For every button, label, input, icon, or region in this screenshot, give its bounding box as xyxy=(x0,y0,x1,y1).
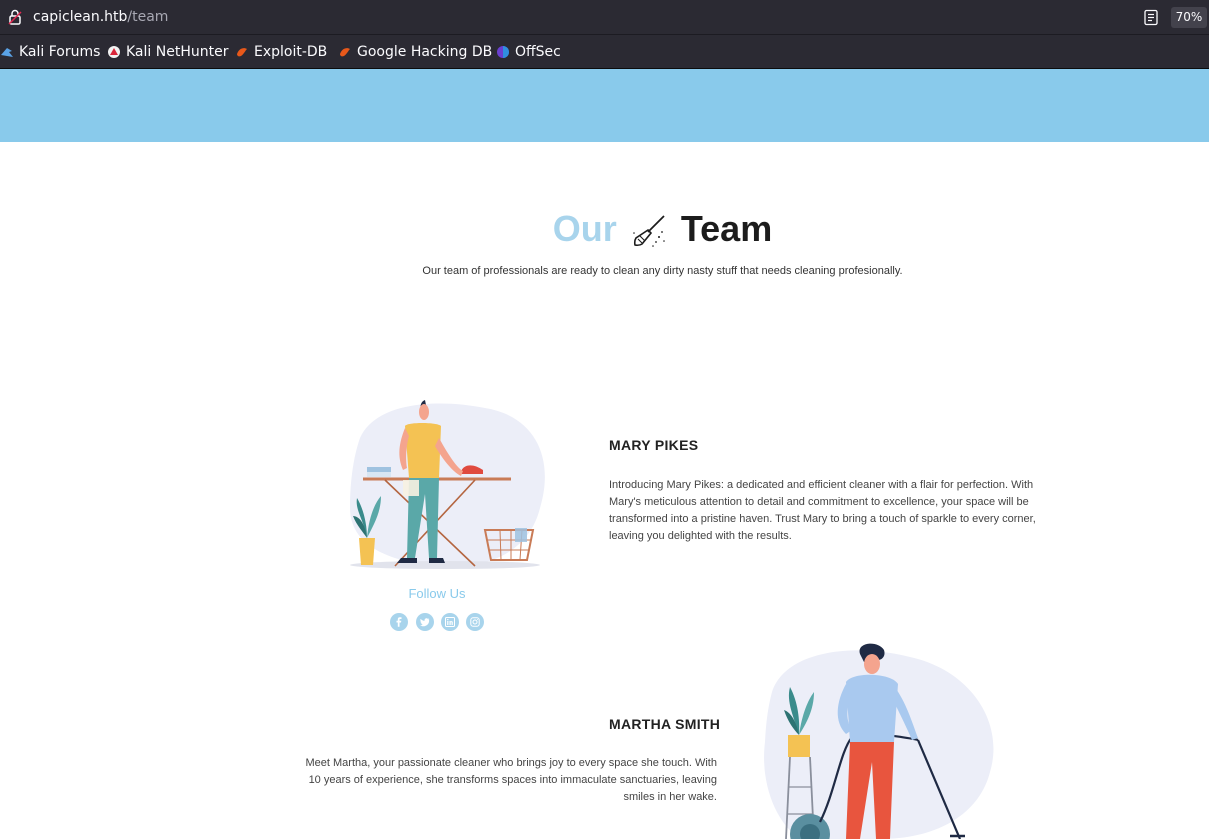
bookmark-label: OffSec xyxy=(515,44,561,60)
bookmark-label: Google Hacking DB xyxy=(357,44,493,60)
broom-icon xyxy=(633,215,665,248)
url-host: capiclean.htb xyxy=(33,9,128,25)
title-part-team: Team xyxy=(680,208,773,249)
url-text[interactable]: capiclean.htb/team xyxy=(33,9,168,25)
member-bio-mary-pikes: Introducing Mary Pikes: a dedicated and … xyxy=(609,479,1036,542)
bookmark-google-hacking-db[interactable]: Google Hacking DB xyxy=(338,43,492,61)
lock-icon[interactable] xyxy=(8,9,22,25)
reader-view-icon[interactable] xyxy=(1143,9,1159,26)
bookmark-exploit-db[interactable]: Exploit-DB xyxy=(235,43,327,61)
bookmark-label: Kali NetHunter xyxy=(126,44,229,60)
linkedin-icon[interactable] xyxy=(441,613,459,631)
bookmarks-bar: Kali Forums Kali NetHunter Exploit-DB Go… xyxy=(0,35,1209,69)
kali-nethunter-icon xyxy=(108,46,120,58)
kali-forums-icon xyxy=(1,48,13,57)
section-title: Our Team xyxy=(0,208,1209,250)
url-path: /team xyxy=(127,9,169,25)
follow-us-label: Follow Us xyxy=(408,586,466,601)
offsec-icon xyxy=(497,46,509,58)
hero-banner xyxy=(0,69,1209,142)
ironing-illustration xyxy=(350,400,545,569)
vacuum-illustration xyxy=(764,643,994,839)
member-name-mary-pikes: MARY PIKES xyxy=(609,437,699,453)
member-name-martha-smith: MARTHA SMITH xyxy=(609,716,721,732)
zoom-level-badge[interactable]: 70% xyxy=(1171,7,1207,28)
member-bio-martha-smith: Meet Martha, your passionate cleaner who… xyxy=(305,757,718,803)
twitter-icon[interactable] xyxy=(416,613,434,631)
url-bar[interactable]: capiclean.htb/team 70% xyxy=(0,0,1209,35)
bookmark-kali-forums[interactable]: Kali Forums xyxy=(0,43,100,61)
exploit-db-icon xyxy=(237,48,247,57)
bookmark-label: Exploit-DB xyxy=(254,44,328,60)
google-hacking-db-icon xyxy=(340,48,350,57)
bookmark-kali-nethunter[interactable]: Kali NetHunter xyxy=(107,43,228,61)
bookmark-label: Kali Forums xyxy=(19,44,101,60)
facebook-icon[interactable] xyxy=(390,613,408,631)
instagram-icon[interactable] xyxy=(466,613,484,631)
section-subtitle: Our team of professionals are ready to c… xyxy=(422,265,903,277)
title-part-our: Our xyxy=(552,208,617,249)
bookmark-offsec[interactable]: OffSec xyxy=(496,43,561,61)
